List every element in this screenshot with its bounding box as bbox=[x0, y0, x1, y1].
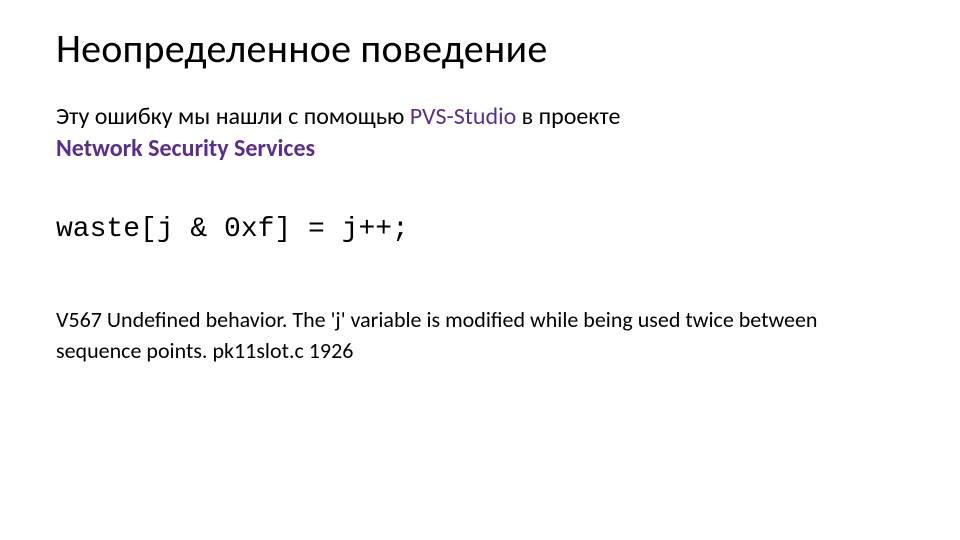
intro-prefix: Эту ошибку мы нашли с помощью bbox=[56, 102, 410, 131]
tool-name: PVS-Studio bbox=[410, 102, 516, 131]
slide: Неопределенное поведение Эту ошибку мы н… bbox=[0, 0, 960, 540]
diagnostic-message: V567 Undefined behavior. The 'j' variabl… bbox=[56, 305, 904, 367]
intro-paragraph: Эту ошибку мы нашли с помощью PVS-Studio… bbox=[56, 101, 904, 166]
intro-middle: в проекте bbox=[516, 102, 620, 131]
project-name: Network Security Services bbox=[56, 134, 315, 163]
code-snippet: waste[j & 0xf] = j++; bbox=[56, 214, 904, 245]
slide-title: Неопределенное поведение bbox=[56, 24, 904, 73]
